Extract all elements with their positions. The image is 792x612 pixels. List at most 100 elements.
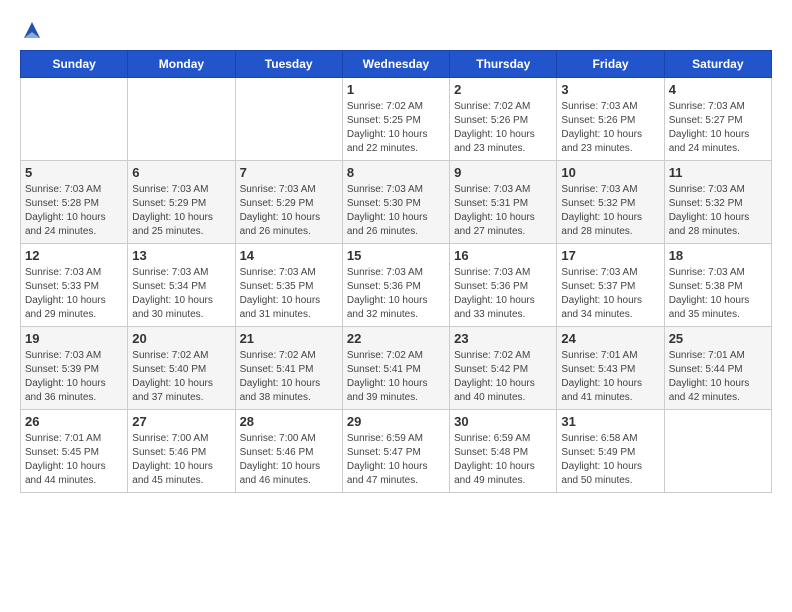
day-info: Sunrise: 7:03 AM Sunset: 5:29 PM Dayligh… — [132, 183, 230, 239]
day-info: Sunrise: 7:02 AM Sunset: 5:40 PM Dayligh… — [132, 349, 230, 405]
day-info: Sunrise: 7:02 AM Sunset: 5:41 PM Dayligh… — [347, 349, 445, 405]
day-info: Sunrise: 7:03 AM Sunset: 5:32 PM Dayligh… — [561, 183, 659, 239]
day-info: Sunrise: 7:01 AM Sunset: 5:43 PM Dayligh… — [561, 349, 659, 405]
day-cell: 2 Sunrise: 7:02 AM Sunset: 5:26 PM Daylig… — [450, 78, 557, 161]
day-cell — [664, 410, 771, 493]
day-cell: 20 Sunrise: 7:02 AM Sunset: 5:40 PM Dayli… — [128, 327, 235, 410]
day-info: Sunrise: 7:03 AM Sunset: 5:26 PM Dayligh… — [561, 100, 659, 156]
day-number: 16 — [454, 248, 552, 263]
day-number: 12 — [25, 248, 123, 263]
day-number: 7 — [240, 165, 338, 180]
day-number: 15 — [347, 248, 445, 263]
day-info: Sunrise: 7:01 AM Sunset: 5:44 PM Dayligh… — [669, 349, 767, 405]
header-cell-thursday: Thursday — [450, 51, 557, 78]
day-number: 14 — [240, 248, 338, 263]
week-row-3: 12 Sunrise: 7:03 AM Sunset: 5:33 PM Dayli… — [21, 244, 772, 327]
day-info: Sunrise: 7:03 AM Sunset: 5:38 PM Dayligh… — [669, 266, 767, 322]
week-row-2: 5 Sunrise: 7:03 AM Sunset: 5:28 PM Daylig… — [21, 161, 772, 244]
week-row-5: 26 Sunrise: 7:01 AM Sunset: 5:45 PM Dayli… — [21, 410, 772, 493]
day-number: 25 — [669, 331, 767, 346]
week-row-4: 19 Sunrise: 7:03 AM Sunset: 5:39 PM Dayli… — [21, 327, 772, 410]
day-cell: 9Sunrise: 7:03 AM Sunset: 5:31 PM Daylig… — [450, 161, 557, 244]
week-row-1: 1 Sunrise: 7:02 AM Sunset: 5:25 PM Daylig… — [21, 78, 772, 161]
day-info: Sunrise: 7:00 AM Sunset: 5:46 PM Dayligh… — [240, 432, 338, 488]
day-number: 4 — [669, 82, 767, 97]
day-info: Sunrise: 7:03 AM Sunset: 5:32 PM Dayligh… — [669, 183, 767, 239]
day-number: 28 — [240, 414, 338, 429]
day-info: Sunrise: 7:01 AM Sunset: 5:45 PM Dayligh… — [25, 432, 123, 488]
day-number: 29 — [347, 414, 445, 429]
day-number: 11 — [669, 165, 767, 180]
day-number: 5 — [25, 165, 123, 180]
day-number: 23 — [454, 331, 552, 346]
day-info: Sunrise: 7:03 AM Sunset: 5:30 PM Dayligh… — [347, 183, 445, 239]
day-info: Sunrise: 6:59 AM Sunset: 5:47 PM Dayligh… — [347, 432, 445, 488]
day-number: 19 — [25, 331, 123, 346]
day-cell — [128, 78, 235, 161]
day-info: Sunrise: 7:03 AM Sunset: 5:36 PM Dayligh… — [454, 266, 552, 322]
day-cell: 12 Sunrise: 7:03 AM Sunset: 5:33 PM Dayli… — [21, 244, 128, 327]
header-cell-monday: Monday — [128, 51, 235, 78]
day-number: 17 — [561, 248, 659, 263]
day-number: 26 — [25, 414, 123, 429]
day-cell: 10 Sunrise: 7:03 AM Sunset: 5:32 PM Dayli… — [557, 161, 664, 244]
header-cell-friday: Friday — [557, 51, 664, 78]
day-cell: 21 Sunrise: 7:02 AM Sunset: 5:41 PM Dayli… — [235, 327, 342, 410]
header-cell-wednesday: Wednesday — [342, 51, 449, 78]
day-cell: 25 Sunrise: 7:01 AM Sunset: 5:44 PM Dayli… — [664, 327, 771, 410]
day-cell: 11 Sunrise: 7:03 AM Sunset: 5:32 PM Dayli… — [664, 161, 771, 244]
day-number: 31 — [561, 414, 659, 429]
day-number: 21 — [240, 331, 338, 346]
day-cell: 6Sunrise: 7:03 AM Sunset: 5:29 PM Daylig… — [128, 161, 235, 244]
day-cell: 29 Sunrise: 6:59 AM Sunset: 5:47 PM Dayli… — [342, 410, 449, 493]
day-cell: 14 Sunrise: 7:03 AM Sunset: 5:35 PM Dayli… — [235, 244, 342, 327]
logo — [20, 20, 42, 40]
day-number: 13 — [132, 248, 230, 263]
day-info: Sunrise: 7:03 AM Sunset: 5:33 PM Dayligh… — [25, 266, 123, 322]
day-info: Sunrise: 6:59 AM Sunset: 5:48 PM Dayligh… — [454, 432, 552, 488]
day-info: Sunrise: 7:03 AM Sunset: 5:37 PM Dayligh… — [561, 266, 659, 322]
day-number: 22 — [347, 331, 445, 346]
day-cell: 23 Sunrise: 7:02 AM Sunset: 5:42 PM Dayli… — [450, 327, 557, 410]
day-info: Sunrise: 7:02 AM Sunset: 5:42 PM Dayligh… — [454, 349, 552, 405]
day-info: Sunrise: 7:03 AM Sunset: 5:27 PM Dayligh… — [669, 100, 767, 156]
day-number: 1 — [347, 82, 445, 97]
day-cell — [21, 78, 128, 161]
header-cell-saturday: Saturday — [664, 51, 771, 78]
header-row: SundayMondayTuesdayWednesdayThursdayFrid… — [21, 51, 772, 78]
day-cell: 4 Sunrise: 7:03 AM Sunset: 5:27 PM Daylig… — [664, 78, 771, 161]
day-number: 3 — [561, 82, 659, 97]
day-number: 18 — [669, 248, 767, 263]
day-number: 30 — [454, 414, 552, 429]
day-info: Sunrise: 7:02 AM Sunset: 5:25 PM Dayligh… — [347, 100, 445, 156]
day-info: Sunrise: 7:03 AM Sunset: 5:29 PM Dayligh… — [240, 183, 338, 239]
day-info: Sunrise: 7:03 AM Sunset: 5:39 PM Dayligh… — [25, 349, 123, 405]
page-header — [20, 20, 772, 40]
day-number: 24 — [561, 331, 659, 346]
day-cell: 7 Sunrise: 7:03 AM Sunset: 5:29 PM Daylig… — [235, 161, 342, 244]
day-cell: 19 Sunrise: 7:03 AM Sunset: 5:39 PM Dayli… — [21, 327, 128, 410]
day-info: Sunrise: 7:03 AM Sunset: 5:34 PM Dayligh… — [132, 266, 230, 322]
day-info: Sunrise: 6:58 AM Sunset: 5:49 PM Dayligh… — [561, 432, 659, 488]
day-cell: 24 Sunrise: 7:01 AM Sunset: 5:43 PM Dayli… — [557, 327, 664, 410]
calendar-table: SundayMondayTuesdayWednesdayThursdayFrid… — [20, 50, 772, 493]
day-info: Sunrise: 7:03 AM Sunset: 5:36 PM Dayligh… — [347, 266, 445, 322]
day-cell — [235, 78, 342, 161]
day-info: Sunrise: 7:03 AM Sunset: 5:28 PM Dayligh… — [25, 183, 123, 239]
day-info: Sunrise: 7:03 AM Sunset: 5:35 PM Dayligh… — [240, 266, 338, 322]
day-number: 2 — [454, 82, 552, 97]
day-cell: 28 Sunrise: 7:00 AM Sunset: 5:46 PM Dayli… — [235, 410, 342, 493]
day-number: 9 — [454, 165, 552, 180]
day-cell: 8Sunrise: 7:03 AM Sunset: 5:30 PM Daylig… — [342, 161, 449, 244]
header-cell-sunday: Sunday — [21, 51, 128, 78]
day-cell: 27Sunrise: 7:00 AM Sunset: 5:46 PM Dayli… — [128, 410, 235, 493]
day-cell: 31 Sunrise: 6:58 AM Sunset: 5:49 PM Dayli… — [557, 410, 664, 493]
day-cell: 3 Sunrise: 7:03 AM Sunset: 5:26 PM Daylig… — [557, 78, 664, 161]
day-cell: 13 Sunrise: 7:03 AM Sunset: 5:34 PM Dayli… — [128, 244, 235, 327]
day-number: 10 — [561, 165, 659, 180]
day-info: Sunrise: 7:02 AM Sunset: 5:41 PM Dayligh… — [240, 349, 338, 405]
day-info: Sunrise: 7:02 AM Sunset: 5:26 PM Dayligh… — [454, 100, 552, 156]
day-number: 20 — [132, 331, 230, 346]
day-cell: 15 Sunrise: 7:03 AM Sunset: 5:36 PM Dayli… — [342, 244, 449, 327]
day-cell: 16 Sunrise: 7:03 AM Sunset: 5:36 PM Dayli… — [450, 244, 557, 327]
